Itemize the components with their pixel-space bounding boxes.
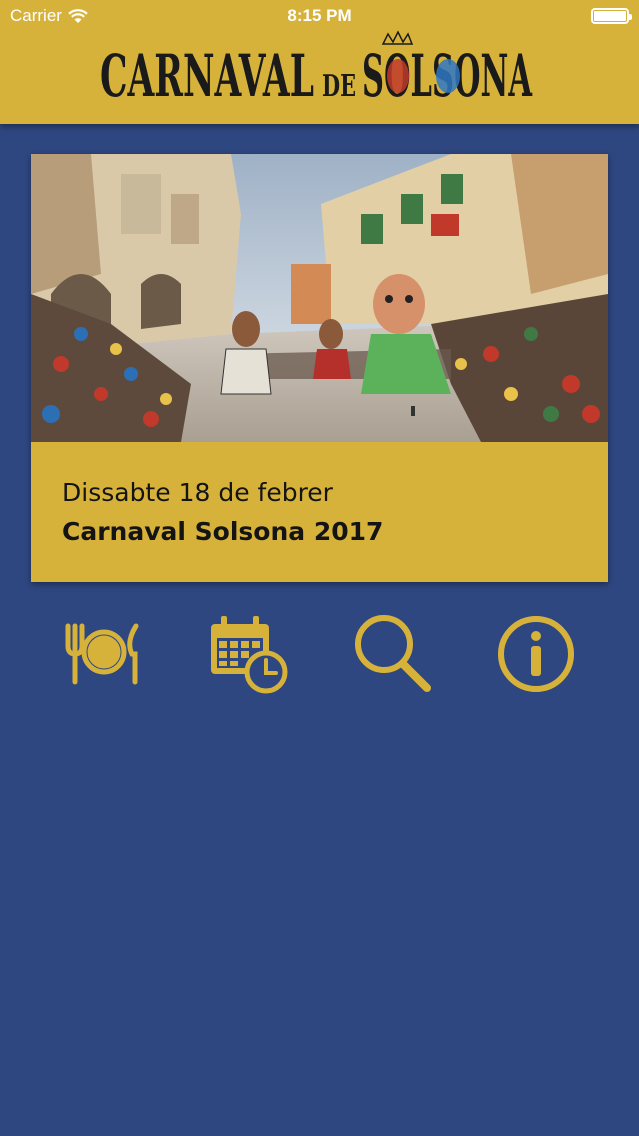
restaurant-icon bbox=[65, 623, 139, 685]
info-button[interactable] bbox=[494, 612, 578, 696]
status-bar: Carrier 8:15 PM bbox=[0, 0, 639, 32]
event-date: Dissabte 18 de febrer bbox=[62, 478, 333, 507]
agenda-button[interactable] bbox=[205, 612, 289, 696]
event-card[interactable]: Dissabte 18 de febrer Carnaval Solsona 2… bbox=[31, 154, 608, 582]
info-icon bbox=[498, 616, 574, 692]
search-button[interactable] bbox=[350, 612, 434, 696]
event-title: Carnaval Solsona 2017 bbox=[62, 517, 384, 546]
logo-accent-red bbox=[386, 59, 409, 93]
crown-icon bbox=[381, 30, 413, 45]
event-photo bbox=[31, 154, 608, 442]
restaurant-button[interactable] bbox=[62, 612, 146, 696]
app-header: Carrier 8:15 PM CARNAVAL DE SOLSONA bbox=[0, 0, 639, 124]
main-toolbar bbox=[0, 612, 639, 696]
calendar-clock-icon bbox=[211, 616, 288, 694]
clock: 8:15 PM bbox=[287, 6, 352, 25]
search-icon bbox=[355, 615, 431, 692]
logo-word-carnaval: CARNAVAL bbox=[100, 42, 314, 106]
app-logo: CARNAVAL DE SOLSONA bbox=[0, 30, 639, 106]
logo-accent-blue bbox=[435, 59, 460, 93]
logo-word-de: DE bbox=[322, 69, 356, 104]
battery-icon bbox=[591, 8, 632, 24]
event-info: Dissabte 18 de febrer Carnaval Solsona 2… bbox=[62, 476, 588, 554]
